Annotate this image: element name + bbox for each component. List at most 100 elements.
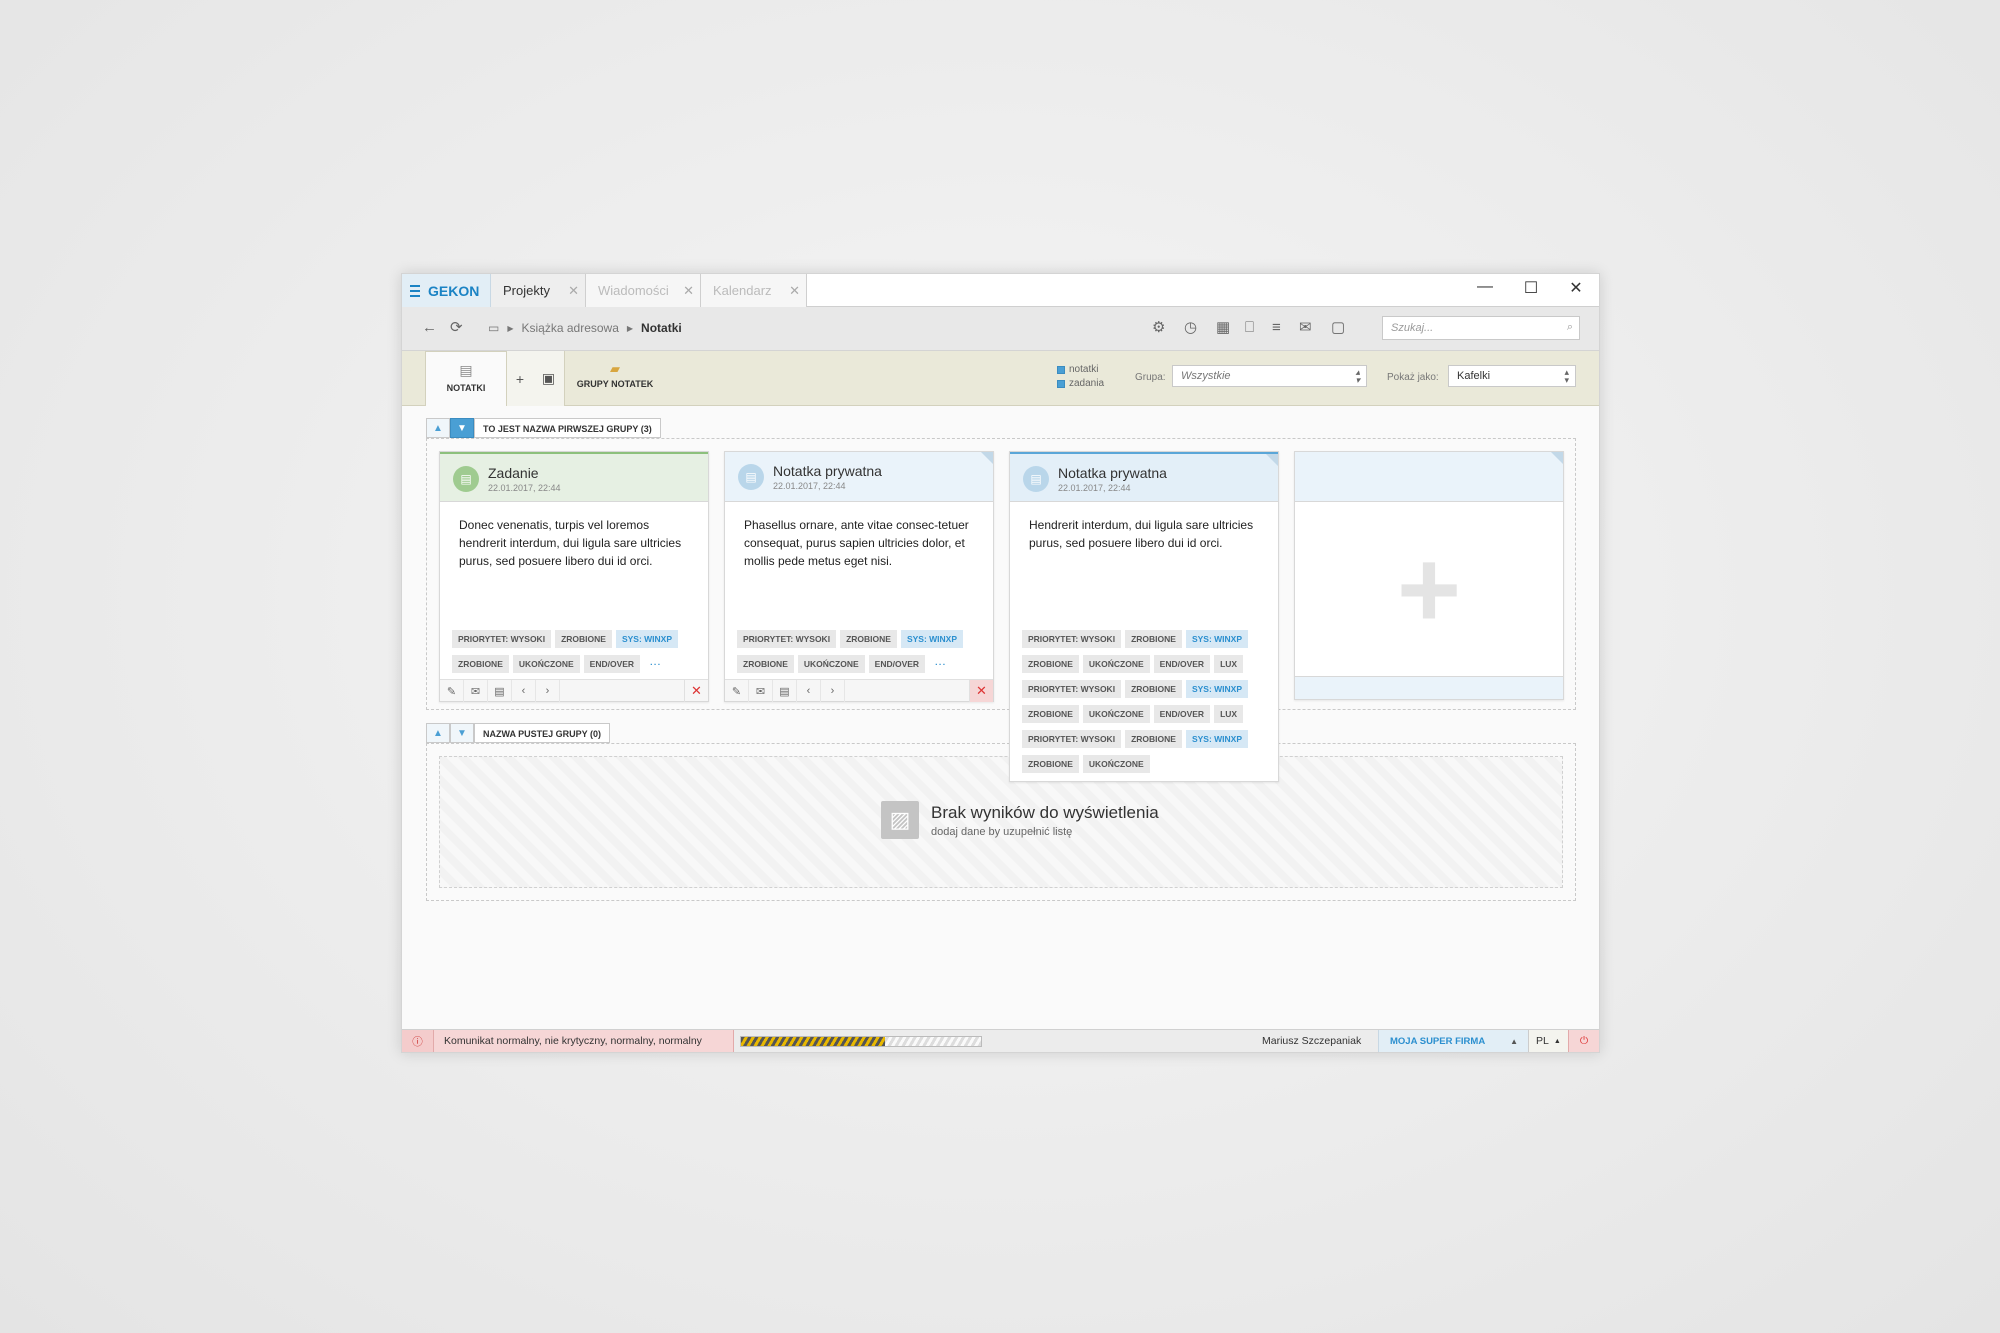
gear-icon[interactable]: ⚙ bbox=[1152, 319, 1165, 337]
collapse-down-button[interactable]: ▼ bbox=[450, 418, 474, 438]
warning-icon[interactable]: ⓘ bbox=[402, 1030, 434, 1052]
envelope-icon[interactable]: ✉ bbox=[749, 680, 773, 702]
envelope-icon[interactable]: ✉ bbox=[1299, 319, 1312, 337]
tag[interactable]: END/OVER bbox=[868, 655, 926, 673]
tag[interactable]: ZROBIONE bbox=[1022, 655, 1079, 673]
envelope-icon[interactable]: ✉ bbox=[464, 680, 488, 702]
tag[interactable]: LUX bbox=[1214, 655, 1244, 673]
fold-corner bbox=[1551, 452, 1563, 464]
clock-icon[interactable]: ◷ bbox=[1184, 319, 1197, 337]
tag[interactable]: UKOŃCZONE bbox=[1082, 705, 1150, 723]
tag[interactable]: ZROBIONE bbox=[840, 630, 897, 648]
tag[interactable]: SYS: WINXP bbox=[1185, 730, 1248, 748]
refresh-icon[interactable]: ⟳ bbox=[450, 319, 463, 337]
tag[interactable]: UKOŃCZONE bbox=[797, 655, 865, 673]
tag[interactable]: SYS: WINXP bbox=[900, 630, 963, 648]
tag[interactable]: UKOŃCZONE bbox=[512, 655, 580, 673]
tag[interactable]: UKOŃCZONE bbox=[1082, 655, 1150, 673]
pencil-icon[interactable]: ✎ bbox=[440, 680, 464, 702]
tag[interactable]: ZROBIONE bbox=[452, 655, 509, 673]
delete-icon[interactable]: ✕ bbox=[684, 680, 708, 702]
add-note-card[interactable]: + bbox=[1294, 451, 1564, 700]
app-menu-button[interactable]: GEKON bbox=[402, 274, 491, 307]
tag[interactable]: PRIORYTET: WYSOKI bbox=[737, 630, 837, 648]
progress-fill bbox=[741, 1036, 885, 1046]
chevron-right-icon[interactable]: › bbox=[821, 680, 845, 702]
minimize-button[interactable]: — bbox=[1473, 278, 1497, 296]
user-name[interactable]: Mariusz Szczepaniak bbox=[1262, 1030, 1361, 1052]
language-select[interactable]: PL ▲ bbox=[1528, 1030, 1568, 1052]
chevron-left-icon[interactable]: ‹ bbox=[512, 680, 536, 702]
tag[interactable]: UKOŃCZONE bbox=[1082, 755, 1150, 773]
tag[interactable]: ZROBIONE bbox=[555, 630, 612, 648]
tag[interactable]: PRIORYTET: WYSOKI bbox=[452, 630, 552, 648]
ribbon-notatki-button[interactable]: ▤ NOTATKI bbox=[425, 351, 507, 406]
tab-label: Kalendarz bbox=[713, 283, 772, 298]
grupa-select[interactable]: Wszystkie ▴ ▾ bbox=[1172, 365, 1367, 387]
collapse-up-button[interactable]: ▲ bbox=[426, 723, 450, 743]
caret-up-icon: ▲ bbox=[1553, 1037, 1561, 1045]
chevron-right-icon[interactable]: › bbox=[536, 680, 560, 702]
note-card[interactable]: ▤ Notatka prywatna 22.01.2017, 22:44 Phase… bbox=[724, 451, 994, 702]
fold-corner bbox=[981, 452, 993, 464]
chevron-left-icon[interactable]: ‹ bbox=[797, 680, 821, 702]
maximize-button[interactable]: ☐ bbox=[1519, 278, 1543, 298]
list-icon[interactable]: ≡ bbox=[1272, 319, 1281, 337]
search-icon[interactable]: ⌕ bbox=[1567, 321, 1573, 334]
collapse-down-button[interactable]: ▼ bbox=[450, 723, 474, 743]
close-window-button[interactable]: ✕ bbox=[1564, 278, 1588, 298]
close-tab-icon[interactable]: ✕ bbox=[683, 283, 694, 299]
tag[interactable]: ZROBIONE bbox=[1125, 630, 1182, 648]
collapse-up-button[interactable]: ▲ bbox=[426, 418, 450, 438]
filter-zadania-checkbox[interactable]: zadania bbox=[1057, 378, 1104, 389]
note-card[interactable]: ▤ Zadanie 22.01.2017, 22:44 Donec venenati… bbox=[439, 451, 709, 702]
tag[interactable]: SYS: WINXP bbox=[1185, 630, 1248, 648]
close-tab-icon[interactable]: ✕ bbox=[789, 283, 800, 299]
ribbon-grupy-button[interactable]: ▰ GRUPY NOTATEK bbox=[570, 361, 660, 389]
company-select[interactable]: MOJA SUPER FIRMA ▲ bbox=[1378, 1030, 1528, 1052]
clipboard-icon[interactable]: ▤ bbox=[488, 680, 512, 702]
tag[interactable]: ZROBIONE bbox=[1022, 755, 1079, 773]
tag[interactable]: ZROBIONE bbox=[1125, 680, 1182, 698]
calendar-icon[interactable]: ▦ bbox=[1216, 319, 1230, 337]
close-tab-icon[interactable]: ✕ bbox=[568, 283, 579, 299]
tag[interactable]: PRIORYTET: WYSOKI bbox=[1022, 730, 1122, 748]
bookmark-icon[interactable]: ⎕ bbox=[1245, 319, 1254, 337]
save-icon[interactable]: ▣ bbox=[542, 370, 555, 387]
tag[interactable]: ZROBIONE bbox=[737, 655, 794, 673]
card-date: 22.01.2017, 22:44 bbox=[773, 481, 846, 491]
chat-icon[interactable]: ▢ bbox=[1331, 319, 1345, 337]
tab-wiadomosci[interactable]: Wiadomości ✕ bbox=[586, 274, 701, 307]
breadcrumb-parent[interactable]: Książka adresowa bbox=[522, 321, 619, 335]
filter-notatki-checkbox[interactable]: notatki bbox=[1057, 364, 1098, 375]
tag[interactable]: END/OVER bbox=[583, 655, 641, 673]
more-tags-button[interactable]: ··· bbox=[929, 655, 953, 673]
tab-kalendarz[interactable]: Kalendarz ✕ bbox=[701, 274, 807, 307]
add-icon[interactable]: + bbox=[516, 371, 524, 387]
group-name[interactable]: NAZWA PUSTEJ GRUPY (0) bbox=[474, 723, 611, 743]
tag[interactable]: PRIORYTET: WYSOKI bbox=[1022, 680, 1122, 698]
pencil-icon[interactable]: ✎ bbox=[725, 680, 749, 702]
tag[interactable]: END/OVER bbox=[1153, 655, 1211, 673]
clipboard-icon[interactable]: ▤ bbox=[773, 680, 797, 702]
delete-icon[interactable]: ✕ bbox=[969, 680, 993, 702]
group-name[interactable]: TO JEST NAZWA PIRWSZEJ GRUPY (3) bbox=[474, 418, 661, 438]
tag[interactable]: PRIORYTET: WYSOKI bbox=[1022, 630, 1122, 648]
updown-icon: ▴ ▾ bbox=[1355, 367, 1360, 385]
tag[interactable]: SYS: WINXP bbox=[1185, 680, 1248, 698]
checkbox-icon bbox=[1057, 379, 1065, 388]
tag[interactable]: END/OVER bbox=[1153, 705, 1211, 723]
back-arrow-icon[interactable]: ← bbox=[422, 319, 437, 337]
note-card-expanded[interactable]: ▤ Notatka prywatna 22.01.2017, 22:44 Hendr… bbox=[1009, 451, 1279, 782]
plus-icon[interactable]: + bbox=[1295, 502, 1563, 676]
tag[interactable]: SYS: WINXP bbox=[615, 630, 678, 648]
app-window: GEKON Projekty ✕ Wiadomości ✕ Kalendarz ✕ —… bbox=[401, 273, 1600, 1053]
search-input[interactable]: Szukaj... ⌕ bbox=[1382, 316, 1580, 340]
power-icon[interactable]: ⏻ bbox=[1568, 1030, 1599, 1052]
pokaz-select[interactable]: Kafelki ▴ ▾ bbox=[1448, 365, 1576, 387]
tab-projekty[interactable]: Projekty ✕ bbox=[491, 274, 586, 307]
tag[interactable]: ZROBIONE bbox=[1125, 730, 1182, 748]
tag[interactable]: ZROBIONE bbox=[1022, 705, 1079, 723]
tag[interactable]: LUX bbox=[1214, 705, 1244, 723]
more-tags-button[interactable]: ··· bbox=[644, 655, 668, 673]
